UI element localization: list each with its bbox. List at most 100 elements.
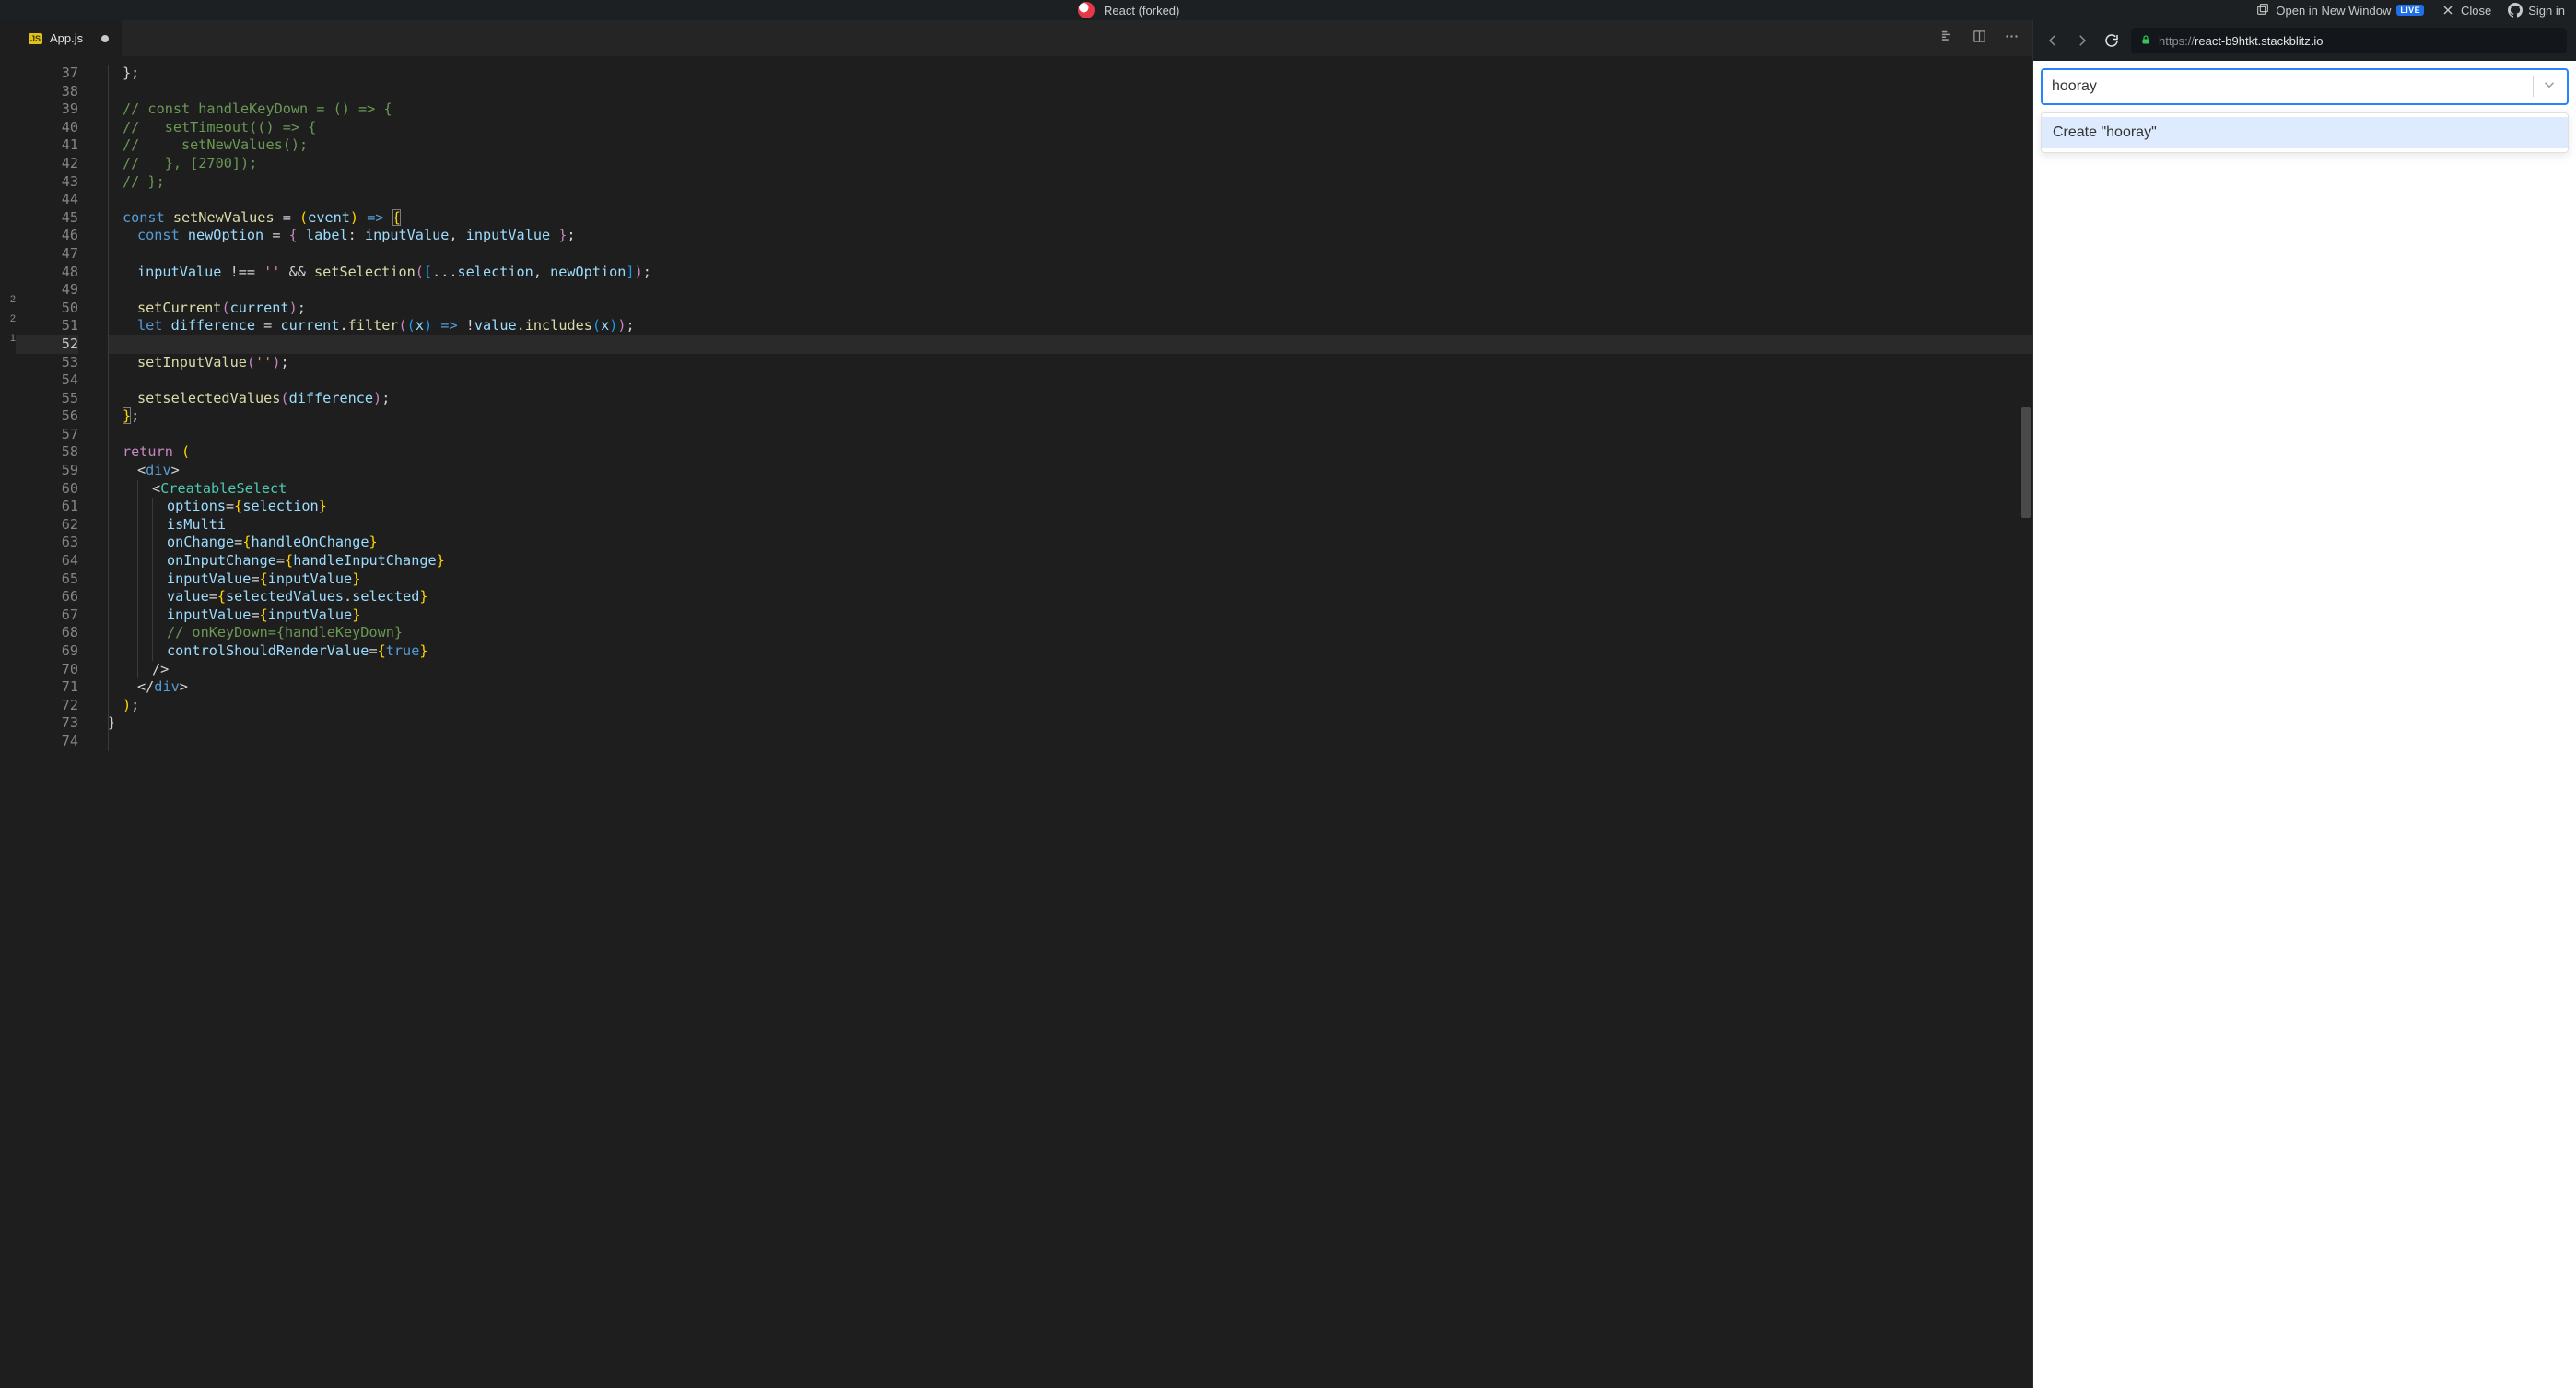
- js-badge-icon: JS: [29, 33, 42, 44]
- line-number: 55: [16, 390, 78, 408]
- code-line[interactable]: />: [108, 661, 2032, 679]
- scrollbar-thumb[interactable]: [2021, 407, 2031, 518]
- line-number: 53: [16, 354, 78, 372]
- line-number: 44: [16, 191, 78, 209]
- code-line[interactable]: return (: [108, 443, 2032, 462]
- line-number: 62: [16, 516, 78, 535]
- editor-pane: JS App.js 373839404142434445464748495051…: [16, 20, 2032, 1388]
- code-line[interactable]: [108, 426, 2032, 444]
- code-line[interactable]: setCurrent(current);: [108, 300, 2032, 318]
- code-line[interactable]: }: [108, 714, 2032, 733]
- live-badge: LIVE: [2396, 5, 2424, 16]
- code-line[interactable]: // setNewValues();: [108, 136, 2032, 155]
- preview-pane: https://react-b9htkt.stackblitz.io Creat…: [2033, 20, 2576, 1388]
- code-area[interactable]: };// const handleKeyDown = () => {// set…: [89, 57, 2032, 1388]
- line-number: 68: [16, 624, 78, 642]
- line-number: 58: [16, 443, 78, 462]
- code-line[interactable]: <div>: [108, 462, 2032, 480]
- line-number: 72: [16, 697, 78, 715]
- select-menu: Create "hooray": [2041, 112, 2569, 153]
- line-number: 61: [16, 498, 78, 516]
- code-line[interactable]: [108, 83, 2032, 101]
- code-line[interactable]: </div>: [108, 678, 2032, 697]
- chevron-down-icon[interactable]: [2541, 76, 2558, 98]
- browser-bar: https://react-b9htkt.stackblitz.io: [2033, 20, 2576, 61]
- line-number: 67: [16, 606, 78, 625]
- line-number: 70: [16, 661, 78, 679]
- code-line[interactable]: // };: [108, 173, 2032, 192]
- code-line[interactable]: inputValue !== '' && setSelection([...se…: [108, 264, 2032, 282]
- creatable-select-control[interactable]: [2041, 68, 2569, 105]
- line-number: 65: [16, 570, 78, 589]
- line-number: 42: [16, 155, 78, 173]
- line-number: 51: [16, 317, 78, 335]
- preview-content: Create "hooray": [2033, 61, 2576, 1388]
- tab-filename: App.js: [50, 31, 83, 45]
- project-avatar-icon: [1078, 2, 1095, 18]
- back-button[interactable]: [2043, 30, 2063, 51]
- line-number: 56: [16, 407, 78, 426]
- code-line[interactable]: value={selectedValues.selected}: [108, 588, 2032, 606]
- tab-app-js[interactable]: JS App.js: [16, 20, 123, 56]
- line-number: 45: [16, 209, 78, 228]
- github-icon: [2508, 3, 2523, 18]
- line-number: 74: [16, 733, 78, 751]
- line-number: 47: [16, 245, 78, 264]
- code-line[interactable]: options={selection}: [108, 498, 2032, 516]
- code-line[interactable]: [108, 245, 2032, 264]
- line-number: 54: [16, 371, 78, 390]
- signin-label: Sign in: [2528, 4, 2565, 18]
- reload-button[interactable]: [2102, 30, 2122, 51]
- line-number-gutter: 3738394041424344454647484950515253545556…: [16, 57, 89, 1388]
- code-line[interactable]: const setNewValues = (event) => {: [108, 209, 2032, 228]
- prettier-icon[interactable]: [1939, 29, 1955, 49]
- code-line[interactable]: };: [108, 65, 2032, 83]
- line-number: 66: [16, 588, 78, 606]
- select-separator: [2533, 76, 2534, 97]
- code-line[interactable]: [108, 371, 2032, 390]
- code-line[interactable]: let difference = current.filter((x) => !…: [108, 317, 2032, 335]
- code-line[interactable]: // setTimeout(() => {: [108, 119, 2032, 137]
- code-line[interactable]: [108, 281, 2032, 300]
- code-line[interactable]: // const handleKeyDown = () => {: [108, 100, 2032, 119]
- code-line[interactable]: [108, 191, 2032, 209]
- scrollbar-track[interactable]: [2020, 57, 2032, 1388]
- editor-body[interactable]: 3738394041424344454647484950515253545556…: [16, 57, 2032, 1388]
- marker-gutter: 221: [0, 20, 16, 1388]
- forward-button[interactable]: [2072, 30, 2092, 51]
- code-line[interactable]: // onKeyDown={handleKeyDown}: [108, 624, 2032, 642]
- tabbar: JS App.js: [16, 20, 2032, 57]
- url-bar[interactable]: https://react-b9htkt.stackblitz.io: [2131, 28, 2567, 53]
- code-line[interactable]: // }, [2700]);: [108, 155, 2032, 173]
- split-editor-icon[interactable]: [1972, 29, 1987, 49]
- code-line[interactable]: const newOption = { label: inputValue, i…: [108, 227, 2032, 245]
- line-number: 38: [16, 83, 78, 101]
- creatable-select-input[interactable]: [2052, 78, 2525, 95]
- code-line[interactable]: <CreatableSelect: [108, 480, 2032, 499]
- line-number: 73: [16, 714, 78, 733]
- code-line[interactable]: inputValue={inputValue}: [108, 606, 2032, 625]
- line-number: 71: [16, 678, 78, 697]
- code-line[interactable]: onChange={handleOnChange}: [108, 534, 2032, 552]
- code-line[interactable]: onInputChange={handleInputChange}: [108, 552, 2032, 570]
- open-new-window-button[interactable]: Open in New Window LIVE: [2255, 2, 2424, 19]
- code-line[interactable]: );: [108, 697, 2032, 715]
- code-line[interactable]: [108, 335, 2032, 354]
- code-line[interactable]: setInputValue('');: [108, 354, 2032, 372]
- select-option-create[interactable]: Create "hooray": [2042, 117, 2568, 148]
- line-number: 43: [16, 173, 78, 192]
- code-line[interactable]: [108, 733, 2032, 751]
- code-line[interactable]: };: [108, 407, 2032, 426]
- code-line[interactable]: inputValue={inputValue}: [108, 570, 2032, 589]
- line-number: 46: [16, 227, 78, 245]
- more-actions-icon[interactable]: [2004, 29, 2020, 49]
- line-number: 40: [16, 119, 78, 137]
- line-number: 37: [16, 65, 78, 83]
- code-line[interactable]: controlShouldRenderValue={true}: [108, 642, 2032, 661]
- line-number: 52: [16, 335, 78, 354]
- line-number: 48: [16, 264, 78, 282]
- code-line[interactable]: setselectedValues(difference);: [108, 390, 2032, 408]
- github-signin-button[interactable]: Sign in: [2508, 3, 2565, 18]
- code-line[interactable]: isMulti: [108, 516, 2032, 535]
- close-button[interactable]: Close: [2441, 3, 2491, 18]
